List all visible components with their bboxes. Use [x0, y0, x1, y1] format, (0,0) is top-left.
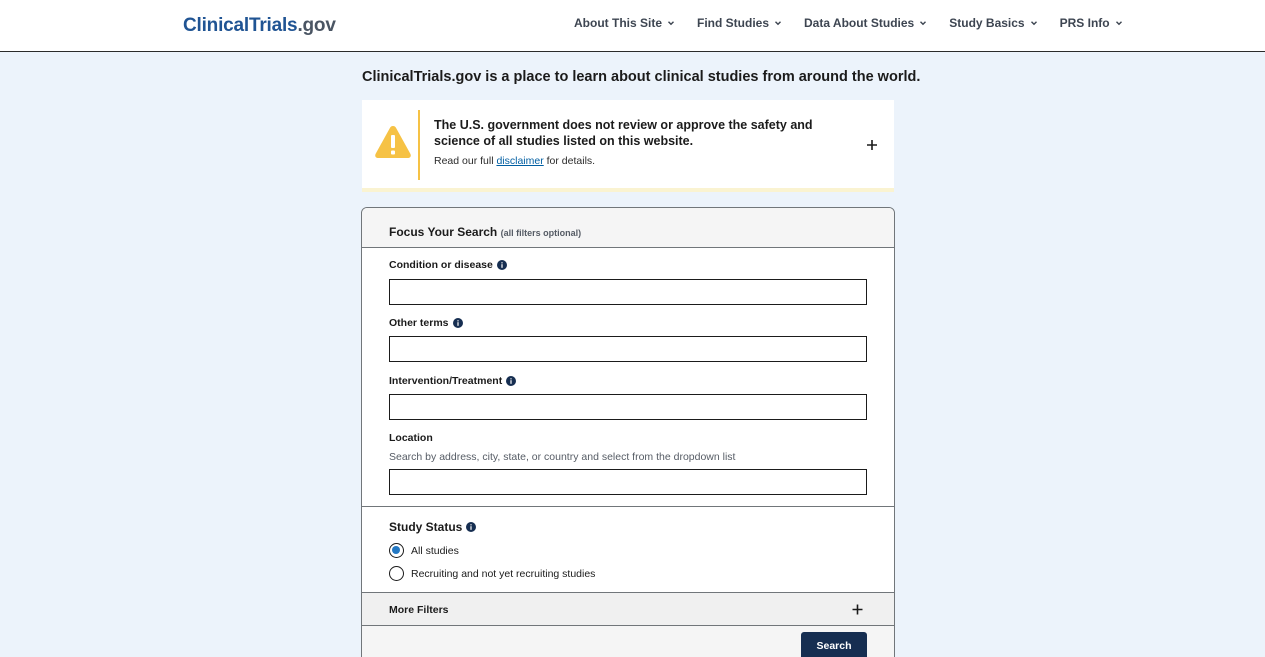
search-actions-bar: Search	[362, 626, 894, 657]
status-option-label: All studies	[411, 544, 459, 557]
info-icon[interactable]	[452, 318, 463, 328]
logo-text-gov: .gov	[297, 15, 336, 36]
search-title-text: Focus Your Search	[389, 225, 498, 239]
info-icon[interactable]	[466, 522, 477, 532]
chevron-down-icon	[1030, 21, 1037, 26]
expand-plus-icon[interactable]	[865, 138, 879, 152]
site-header: ClinicalTrials.gov About This Site Find …	[0, 0, 1265, 52]
main-nav: About This Site Find Studies Data About …	[574, 16, 1145, 30]
status-option-label: Recruiting and not yet recruiting studie…	[411, 567, 596, 580]
search-title-note: (all filters optional)	[500, 228, 582, 238]
nav-label: Study Basics	[949, 16, 1025, 30]
condition-input[interactable]	[389, 279, 867, 305]
location-hint: Search by address, city, state, or count…	[389, 451, 736, 463]
search-panel-title: Focus Your Search (all filters optional)	[389, 225, 581, 239]
condition-label: Condition or disease	[389, 259, 507, 271]
logo-text-trials: Trials	[248, 15, 298, 36]
nav-label: PRS Info	[1059, 16, 1110, 30]
info-icon[interactable]	[506, 376, 517, 386]
location-label-text: Location	[389, 432, 433, 444]
alert-sub-suffix: for details.	[543, 155, 596, 167]
alert-sub-prefix: Read our full	[434, 155, 497, 167]
logo-text-clinical: Clinical	[183, 15, 249, 36]
chevron-down-icon	[920, 21, 927, 26]
nav-label: Find Studies	[697, 16, 769, 30]
chevron-down-icon	[775, 21, 781, 26]
alert-heading: The U.S. government does not review or a…	[434, 118, 813, 148]
more-filters-toggle[interactable]: More Filters	[362, 592, 894, 626]
intervention-label: Intervention/Treatment	[389, 375, 517, 387]
section-divider	[362, 506, 894, 507]
radio-button[interactable]	[389, 566, 404, 581]
other-terms-input[interactable]	[389, 336, 867, 362]
status-option-recruiting[interactable]: Recruiting and not yet recruiting studie…	[389, 566, 595, 581]
chevron-down-icon	[668, 21, 674, 26]
search-panel: Focus Your Search (all filters optional)…	[361, 207, 895, 657]
alert-subtext: Read our full disclaimer for details.	[434, 155, 595, 167]
intro-heading: ClinicalTrials.gov is a place to learn a…	[362, 69, 921, 85]
search-button[interactable]: Search	[801, 632, 867, 657]
study-status-label: Study Status	[389, 520, 477, 534]
other-terms-label: Other terms	[389, 317, 463, 329]
intervention-label-text: Intervention/Treatment	[389, 375, 503, 387]
intervention-input[interactable]	[389, 394, 867, 420]
info-icon[interactable]	[496, 260, 507, 270]
site-logo[interactable]: ClinicalTrials.gov	[183, 15, 336, 37]
alert-divider	[418, 110, 420, 180]
radio-button-selected[interactable]	[389, 543, 404, 558]
disclaimer-alert: The U.S. government does not review or a…	[362, 100, 894, 192]
status-option-all[interactable]: All studies	[389, 543, 459, 558]
nav-label: About This Site	[574, 16, 662, 30]
nav-about-this-site[interactable]: About This Site	[574, 16, 676, 30]
nav-study-basics[interactable]: Study Basics	[949, 16, 1038, 30]
nav-data-about-studies[interactable]: Data About Studies	[804, 16, 928, 30]
chevron-down-icon	[1115, 21, 1122, 26]
disclaimer-link[interactable]: disclaimer	[496, 155, 543, 167]
study-status-label-text: Study Status	[389, 520, 463, 534]
condition-label-text: Condition or disease	[389, 259, 493, 271]
search-panel-header: Focus Your Search (all filters optional)	[362, 208, 894, 248]
nav-find-studies[interactable]: Find Studies	[697, 16, 783, 30]
more-filters-label: More Filters	[389, 604, 449, 616]
nav-prs-info[interactable]: PRS Info	[1060, 16, 1124, 30]
other-terms-label-text: Other terms	[389, 317, 449, 329]
warning-icon	[375, 126, 411, 158]
location-label: Location	[389, 432, 433, 444]
nav-label: Data About Studies	[804, 16, 915, 30]
expand-plus-icon[interactable]	[851, 603, 864, 616]
location-input[interactable]	[389, 469, 867, 495]
